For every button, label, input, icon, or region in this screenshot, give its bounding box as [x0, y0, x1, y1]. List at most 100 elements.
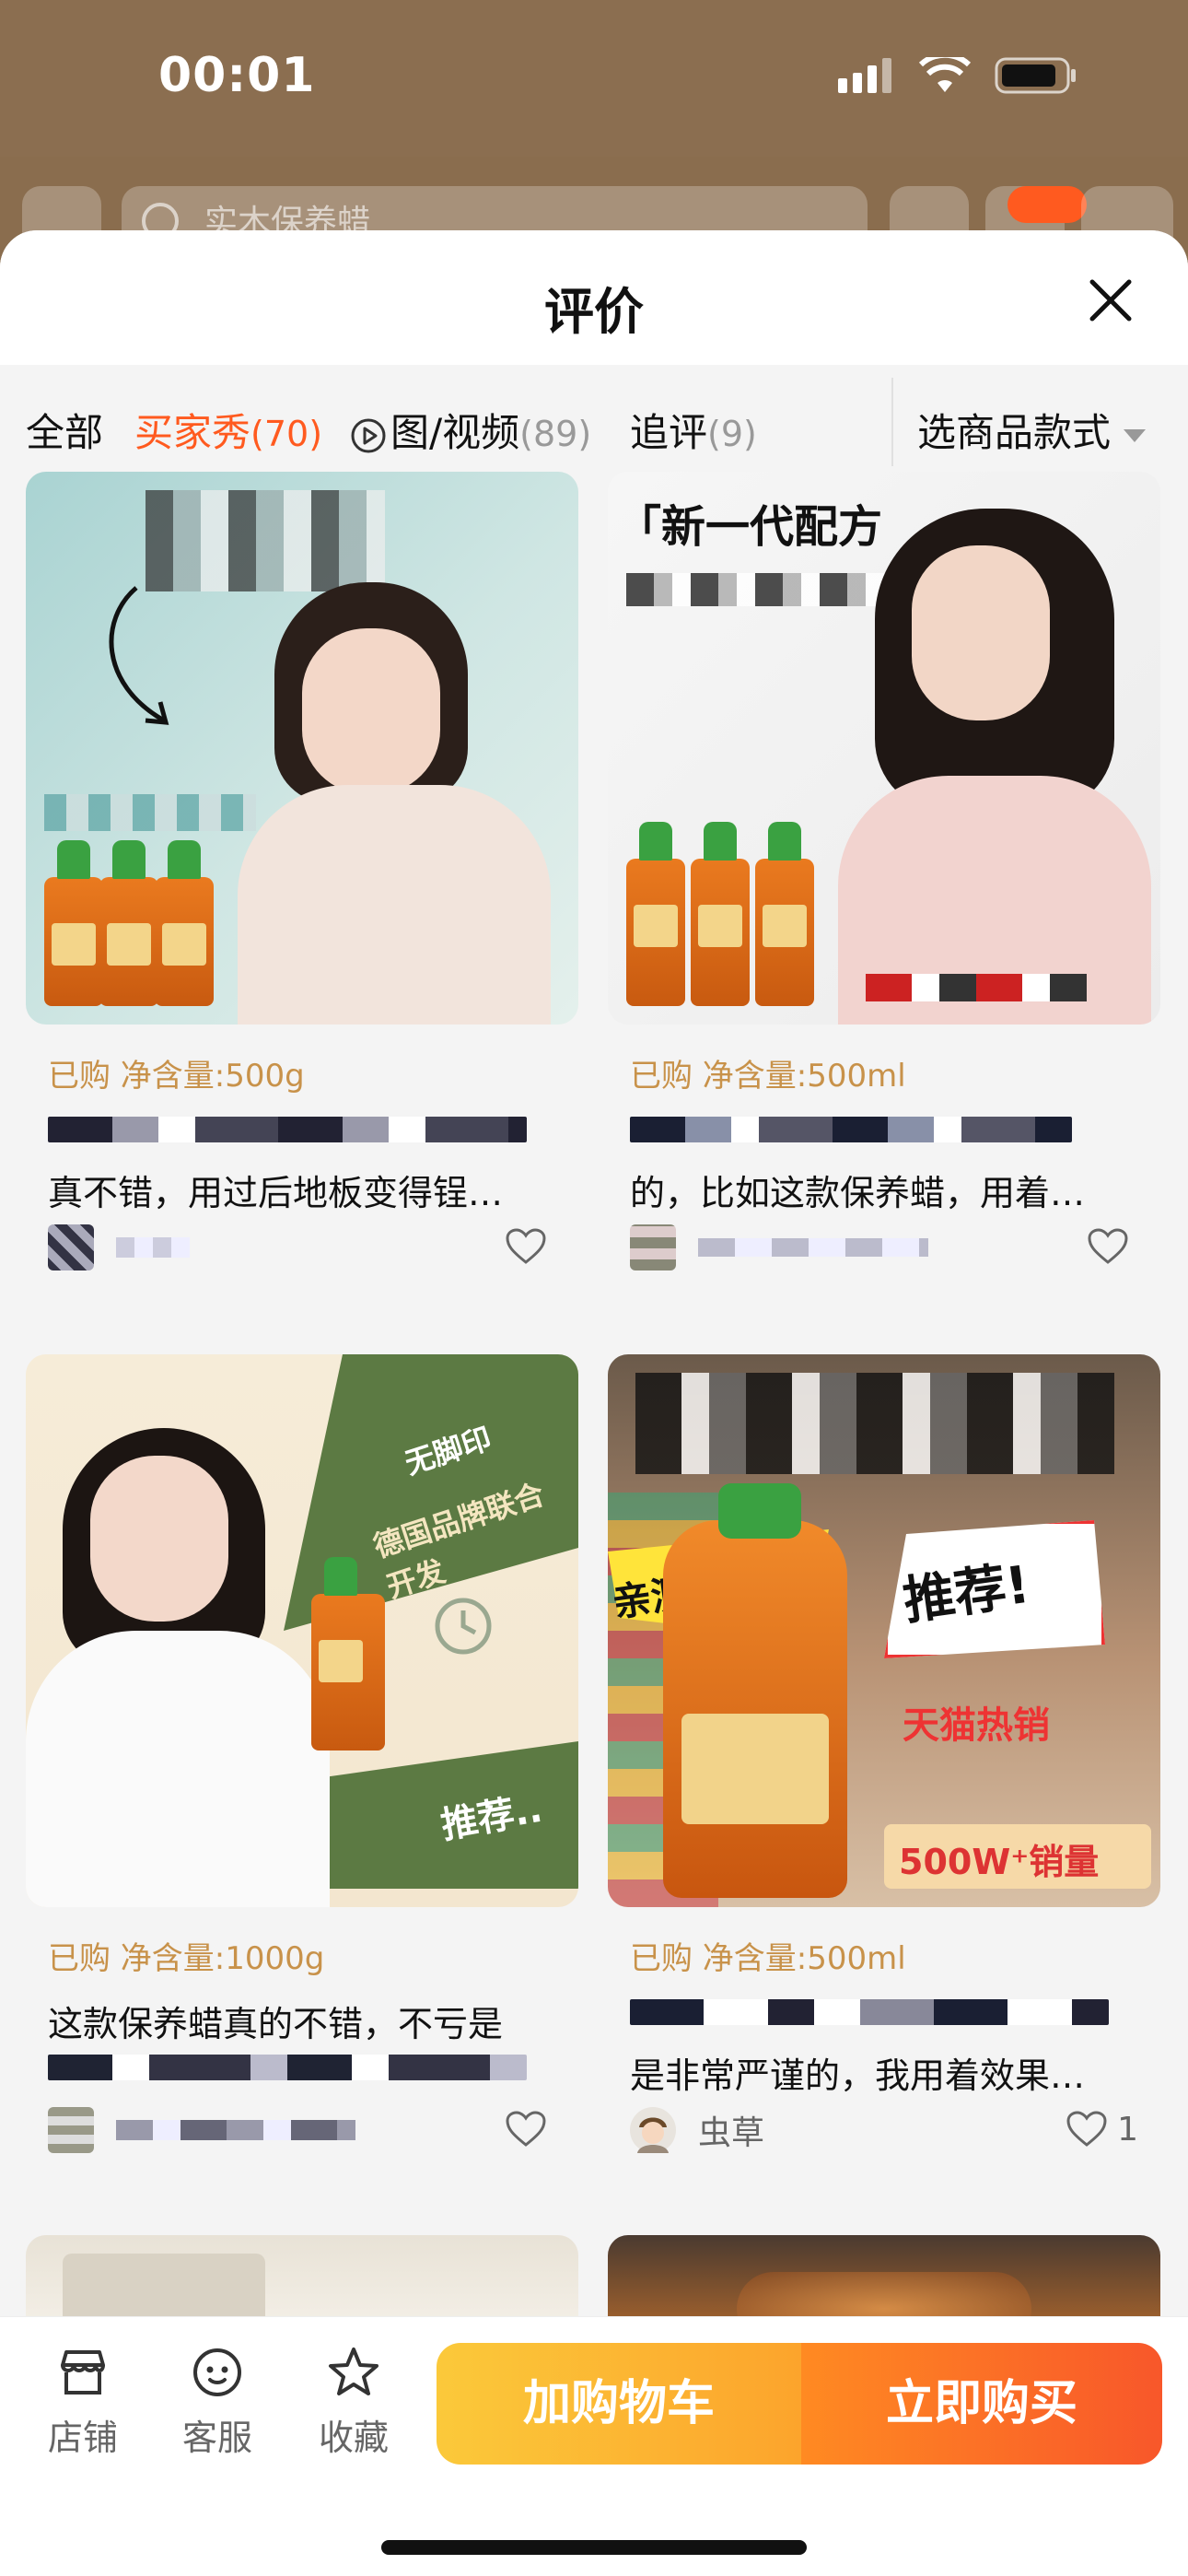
- filter-buyer-show-count: (70): [250, 414, 323, 454]
- service-icon: [193, 2348, 241, 2396]
- blurred-region: [146, 490, 385, 591]
- blurred-text: [630, 1999, 1109, 2025]
- ad-headline: 「新一代配方: [617, 501, 883, 553]
- like-count: 1: [1117, 2110, 1138, 2149]
- bottle-trigger: [718, 1483, 801, 1539]
- review-text: 真不错，用过后地板变得锃…: [48, 1173, 504, 1213]
- buy-now-button[interactable]: 立即购买: [801, 2343, 1162, 2465]
- heart-icon: [506, 1228, 546, 1264]
- product-bottle: [311, 1557, 385, 1751]
- store-label: 店铺: [47, 2418, 118, 2458]
- product-bottle: [99, 840, 158, 1006]
- arrow-icon: [109, 586, 169, 725]
- review-image[interactable]: 德国品牌联合开发 无脚印 推荐..: [26, 1354, 578, 1907]
- review-user: [630, 1220, 928, 1275]
- avatar: [48, 1224, 94, 1270]
- model-body: [238, 785, 551, 1025]
- review-image[interactable]: 亲测不踩雷 推荐! 天猫热销 500W⁺销量: [608, 1354, 1160, 1907]
- filter-buyer-show[interactable]: 买家秀(70): [134, 402, 322, 458]
- review-image[interactable]: [26, 472, 578, 1025]
- star-icon: [329, 2348, 379, 2395]
- store-button[interactable]: 店铺: [28, 2345, 138, 2460]
- filter-follow-up[interactable]: 追评(9): [630, 402, 757, 458]
- cart-badge: [1007, 186, 1087, 223]
- product-bottle: [155, 840, 214, 1006]
- blurred-text: [48, 1117, 527, 1142]
- blurred-username: [116, 1237, 190, 1258]
- blurred-text: [48, 2055, 527, 2080]
- review-text: 是非常严谨的，我用着效果…: [630, 2055, 1086, 2096]
- review-variant: 已购 净含量:1000g: [48, 1940, 325, 1977]
- favorite-button[interactable]: 收藏: [298, 2345, 409, 2460]
- add-to-cart-button[interactable]: 加购物车: [437, 2343, 801, 2465]
- clock-icon: [435, 1598, 492, 1655]
- bottom-action-bar: 店铺 客服 收藏 加购物车 立即购买: [0, 2316, 1188, 2576]
- review-variant: 已购 净含量:500g: [48, 1058, 305, 1095]
- filter-follow-up-count: (9): [707, 414, 757, 454]
- review-variant: 已购 净含量:500ml: [630, 1940, 906, 1977]
- filter-follow-up-label: 追评: [630, 410, 708, 455]
- product-bottle: [44, 840, 103, 1006]
- avatar: [630, 1224, 676, 1270]
- blurred-text: [630, 1117, 1072, 1142]
- filter-bar: 全部 买家秀(70) 图/视频(89) 追评(9) 选商品款式: [0, 365, 1188, 485]
- blurred-region: [866, 974, 1087, 1001]
- ad-sales-volume: 500W⁺销量: [899, 1842, 1100, 1882]
- ad-hot-sale: 天猫热销: [903, 1704, 1050, 1747]
- model-face: [912, 545, 1050, 720]
- blurred-username: [698, 1238, 928, 1257]
- bottle-label: [681, 1714, 829, 1824]
- avatar: [48, 2107, 94, 2153]
- customer-service-button[interactable]: 客服: [162, 2345, 273, 2460]
- filter-buyer-show-label: 买家秀: [134, 410, 251, 455]
- blurred-region: [626, 573, 884, 606]
- heart-icon: [1066, 2111, 1107, 2147]
- filter-photo-video-label: 图/视频: [390, 410, 520, 455]
- avatar: [630, 2107, 676, 2153]
- store-icon: [61, 2350, 105, 2395]
- sheet-title: 评价: [544, 283, 644, 341]
- product-bottle-large: [663, 1520, 847, 1898]
- status-time: 00:01: [158, 48, 316, 103]
- review-variant: 已购 净含量:500ml: [630, 1058, 906, 1095]
- like-button[interactable]: [505, 1227, 556, 1266]
- reviews-sheet: 评价 全部 买家秀(70) 图/视频(89) 追评(9) 选商品款式 已购 净含…: [0, 230, 1188, 2576]
- filter-photo-video-count: (89): [519, 414, 592, 454]
- variant-select-label: 选商品款式: [917, 410, 1112, 455]
- like-button[interactable]: [1087, 1227, 1138, 1266]
- play-circle-icon: [351, 418, 386, 452]
- model-dress: [26, 1631, 330, 1907]
- signal-icon: [838, 58, 891, 93]
- review-image[interactable]: 「新一代配方: [608, 472, 1160, 1025]
- review-text: 这款保养蜡真的不错，不亏是: [48, 2004, 504, 2044]
- model-face: [302, 628, 440, 794]
- blurred-username: [116, 2120, 355, 2140]
- review-username: 虫草: [698, 2114, 765, 2152]
- filter-all-label: 全部: [26, 410, 104, 455]
- close-icon[interactable]: [1085, 275, 1136, 326]
- filter-divider: [891, 378, 893, 466]
- like-button[interactable]: 1: [1066, 2110, 1138, 2149]
- filter-all[interactable]: 全部: [26, 402, 103, 458]
- model-face: [90, 1456, 228, 1622]
- product-bottle: [755, 822, 814, 1006]
- review-text: 的，比如这款保养蜡，用着…: [630, 1173, 1086, 1213]
- heart-icon: [1088, 1228, 1128, 1264]
- status-bar: 00:01: [0, 0, 1188, 157]
- review-user: [48, 2102, 355, 2158]
- product-bottle: [691, 822, 750, 1006]
- home-indicator[interactable]: [381, 2540, 807, 2555]
- caret-down-icon: [1124, 428, 1147, 442]
- review-user: [48, 1220, 190, 1275]
- review-user: 虫草: [630, 2102, 764, 2158]
- product-bottle: [626, 822, 685, 1006]
- battery-icon: [995, 57, 1076, 94]
- variant-select[interactable]: 选商品款式: [917, 402, 1147, 458]
- blurred-region: [44, 794, 256, 831]
- status-icons: [838, 57, 1077, 94]
- sheet-header: 评价: [0, 230, 1188, 365]
- blurred-region: [635, 1373, 1114, 1474]
- like-button[interactable]: [505, 2110, 556, 2149]
- wifi-icon: [919, 57, 971, 92]
- filter-photo-video[interactable]: 图/视频(89): [350, 402, 591, 458]
